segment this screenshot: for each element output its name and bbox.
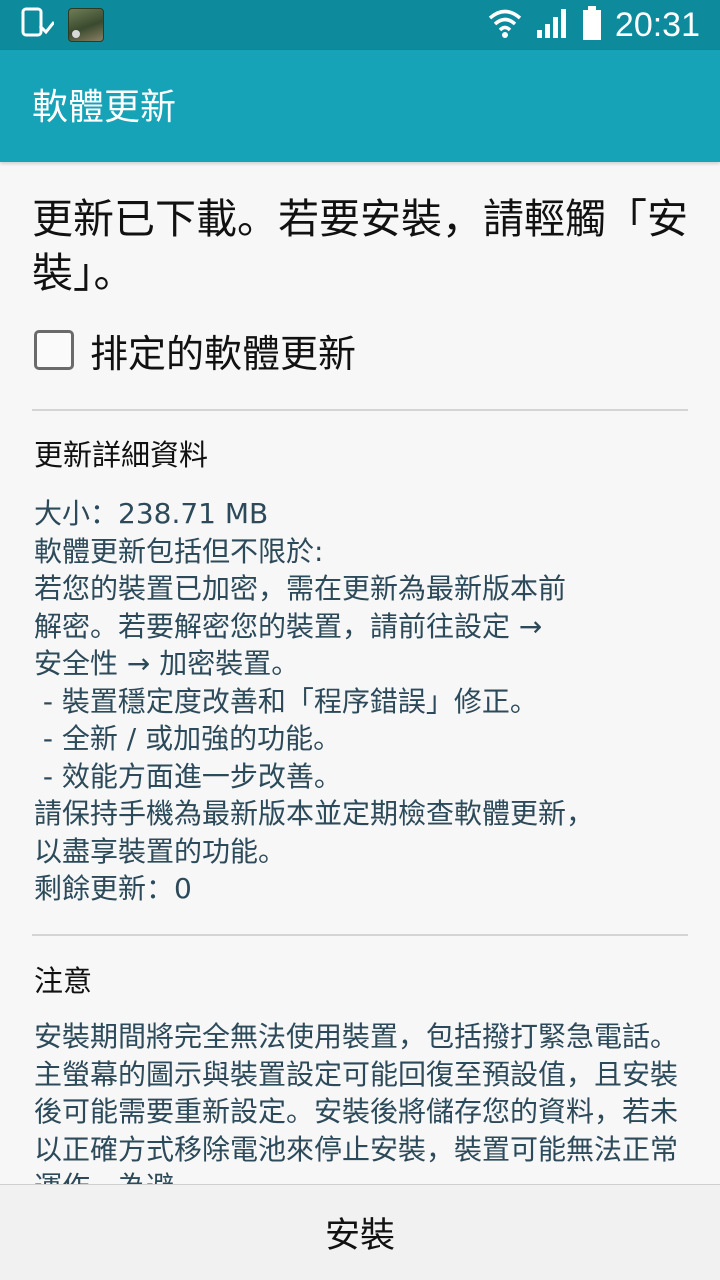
details-title: 更新詳細資料 bbox=[34, 438, 209, 472]
wifi-icon bbox=[487, 5, 523, 45]
schedule-update-label[interactable]: 排定的軟體更新 bbox=[90, 323, 356, 378]
install-button[interactable]: 安裝 bbox=[285, 1197, 435, 1268]
battery-icon bbox=[581, 5, 603, 45]
details-line: 若您的裝置已加密，需在更新為最新版本前 bbox=[34, 572, 567, 605]
status-bar-left bbox=[20, 6, 104, 44]
details-line: 安全性 → 加密裝置。 bbox=[34, 647, 300, 680]
details-line: - 效能方面進一步改善。 bbox=[34, 759, 342, 793]
details-line: - 全新 / 或加強的功能。 bbox=[34, 722, 342, 755]
details-line: 以盡享裝置的功能。 bbox=[34, 834, 287, 868]
notice-text: 安裝期間將完全無法使用裝置，包括撥打緊急電話。主螢幕的圖示與裝置設定可能回復至預… bbox=[34, 1020, 679, 1184]
game-thumbnail-icon bbox=[68, 8, 104, 42]
schedule-update-row[interactable]: 排定的軟體更新 bbox=[34, 322, 356, 378]
details-line: 解密。若要解密您的裝置，請前往設定 → bbox=[34, 609, 543, 643]
divider bbox=[32, 934, 688, 936]
signal-icon bbox=[535, 6, 569, 44]
details-line: 請保持手機為最新版本並定期檢查軟體更新， bbox=[34, 797, 595, 830]
update-headline: 更新已下載。若要安裝，請輕觸「安裝」。 bbox=[32, 195, 688, 297]
bottom-bar: 安裝 bbox=[0, 1184, 720, 1280]
status-time: 20:31 bbox=[614, 5, 700, 44]
details-line: 大小：238.71 MB bbox=[34, 497, 269, 530]
status-bar: 20:31 bbox=[0, 0, 720, 50]
details-line: 軟體更新包括但不限於: bbox=[34, 534, 324, 568]
notice-title: 注意 bbox=[34, 964, 93, 998]
divider bbox=[32, 409, 688, 411]
content-scroll[interactable]: 更新已下載。若要安裝，請輕觸「安裝」。 排定的軟體更新 更新詳細資料 大小：23… bbox=[0, 162, 720, 1184]
details-line: - 裝置穩定度改善和「程序錯誤」修正。 bbox=[34, 684, 538, 718]
page-title: 軟體更新 bbox=[32, 87, 177, 128]
status-bar-right: 20:31 bbox=[487, 0, 700, 50]
update-details: 大小：238.71 MB 軟體更新包括但不限於: 若您的裝置已加密，需在更新為最… bbox=[34, 495, 694, 908]
details-line: 剩餘更新：0 bbox=[34, 872, 192, 905]
schedule-update-checkbox[interactable] bbox=[34, 330, 74, 370]
app-bar: 軟體更新 bbox=[0, 50, 720, 162]
device-download-icon bbox=[20, 6, 56, 44]
